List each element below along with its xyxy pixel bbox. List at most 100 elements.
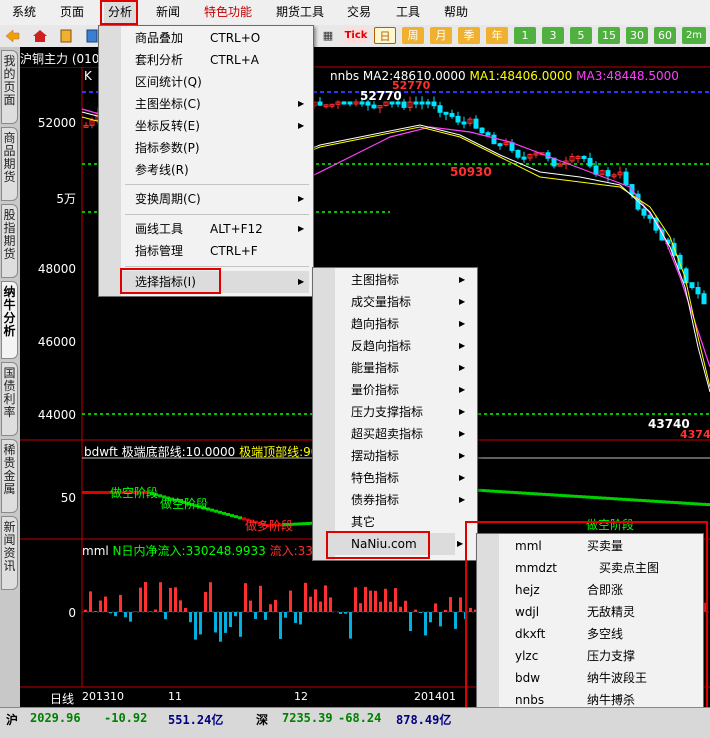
menu-system[interactable]: 系统 [8, 0, 40, 25]
menu-trade[interactable]: 交易 [343, 0, 375, 25]
flow-bar [429, 612, 432, 622]
submenu-item-indicator[interactable]: 量价指标▶ [351, 379, 491, 401]
period-year-button[interactable]: 年 [486, 27, 508, 44]
ma1-value: MA1:48406.0000 [470, 69, 573, 83]
period-60m-button[interactable]: 60 [654, 27, 676, 44]
chart-k-label: K [84, 69, 92, 83]
tab-treasury-rates[interactable]: 国债利率 [1, 362, 18, 436]
menu-item-invert-coords[interactable]: 坐标反转(E)▶ [135, 115, 305, 137]
phase-step [610, 497, 614, 500]
menu-features[interactable]: 特色功能 [200, 0, 256, 25]
menu-item-reference-line[interactable]: 参考线(R) [135, 159, 305, 181]
menu-item-change-period[interactable]: 变换周期(C)▶ [135, 188, 305, 210]
home-icon[interactable] [32, 28, 48, 44]
candle [444, 112, 448, 114]
tick-button[interactable]: Tick [344, 27, 368, 44]
menu-item-indicator-params[interactable]: 指标参数(P) [135, 137, 305, 159]
phase-step [630, 498, 634, 501]
tab-naniu-analysis[interactable]: 纳牛分析 [1, 281, 18, 359]
submenu-item-indicator[interactable]: 趋向指标▶ [351, 313, 491, 335]
submenu-item-label: 成交量指标 [351, 295, 411, 309]
phase-step [698, 503, 702, 506]
menu-item-label: 指标参数(P) [135, 141, 200, 155]
submenu-arrow-icon: ▶ [459, 467, 465, 489]
flow-bar [119, 595, 122, 612]
phase-step [102, 491, 106, 494]
candle [606, 171, 610, 176]
submenu-item-indicator[interactable]: 超买超卖指标▶ [351, 423, 491, 445]
tab-commodity-futures[interactable]: 商品期货 [1, 127, 18, 201]
menu-item-arbitrage[interactable]: 套利分析CTRL+A [135, 49, 305, 71]
menu-futures-tools[interactable]: 期货工具 [272, 0, 328, 25]
period-5m-button[interactable]: 5 [570, 27, 592, 44]
date-axis-label: 12 [294, 690, 308, 703]
flow-bar [399, 607, 402, 612]
tab-index-futures[interactable]: 股指期货 [1, 204, 18, 278]
period-1m-button[interactable]: 1 [514, 27, 536, 44]
flow-bar [329, 597, 332, 612]
phase-step [650, 500, 654, 503]
submenu-item-indicator[interactable]: 能量指标▶ [351, 357, 491, 379]
tab-news[interactable]: 新闻资讯 [1, 516, 18, 590]
phase-step [94, 491, 98, 494]
menu-item-label: 主图坐标(C) [135, 97, 201, 111]
flow-bar [444, 610, 447, 612]
sz-index-change: -68.24 [338, 711, 381, 725]
candle [498, 144, 502, 146]
menu-item-label: 画线工具 [135, 222, 183, 236]
phase-step [694, 502, 698, 505]
period-2min-button[interactable]: 2m [682, 27, 706, 44]
tab-my-page[interactable]: 我的页面 [1, 50, 18, 124]
mml-n-inflow: N日内净流入:330248.9933 [113, 544, 266, 558]
flow-bar [194, 612, 197, 640]
period-30m-button[interactable]: 30 [626, 27, 648, 44]
phase-step [690, 502, 694, 505]
phase-step [602, 497, 606, 500]
bdwft-axis-label: 50 [20, 491, 76, 505]
chart-type-icon[interactable]: ▦ [318, 27, 338, 44]
submenu-item-indicator[interactable]: 主图指标▶ [351, 269, 491, 291]
period-quarter-button[interactable]: 季 [458, 27, 480, 44]
period-month-button[interactable]: 月 [430, 27, 452, 44]
flow-bar [99, 601, 102, 612]
period-15m-button[interactable]: 15 [598, 27, 620, 44]
period-week-button[interactable]: 周 [402, 27, 424, 44]
flow-bar [339, 612, 342, 614]
phase-step [306, 522, 310, 525]
menu-item-indicator-manage[interactable]: 指标管理CTRL+F [135, 240, 305, 262]
back-arrow-icon[interactable] [4, 28, 20, 44]
menu-tools[interactable]: 工具 [392, 0, 424, 25]
flow-bar [134, 611, 137, 612]
flow-bar [299, 612, 302, 624]
low-price-label-red: 50930 [450, 165, 492, 179]
ma-prefix: nnbs [330, 69, 359, 83]
submenu-item-indicator[interactable]: 债券指标▶ [351, 489, 491, 511]
submenu-item-indicator[interactable]: 摆动指标▶ [351, 445, 491, 467]
flow-bar [174, 587, 177, 612]
menu-item-drawing-tools[interactable]: 画线工具ALT+F12▶ [135, 218, 305, 240]
menu-item-commodity-overlay[interactable]: 商品叠加CTRL+O [135, 27, 305, 49]
menu-item-range-stats[interactable]: 区间统计(Q) [135, 71, 305, 93]
submenu-item-indicator[interactable]: 成交量指标▶ [351, 291, 491, 313]
submenu-arrow-icon: ▶ [298, 218, 304, 240]
phase-step [518, 491, 522, 494]
menu-page[interactable]: 页面 [56, 0, 88, 25]
submenu-item-label: 债券指标 [351, 493, 399, 507]
submenu-item-indicator[interactable]: 反趋向指标▶ [351, 335, 491, 357]
period-day-button[interactable]: 日 [374, 27, 396, 44]
menu-item-main-coords[interactable]: 主图坐标(C)▶ [135, 93, 305, 115]
submenu-item-label: 其它 [351, 515, 375, 529]
naniu-list-highlight-box [465, 521, 708, 735]
menu-news[interactable]: 新闻 [152, 0, 184, 25]
submenu-item-indicator[interactable]: 压力支撑指标▶ [351, 401, 491, 423]
notes-icon[interactable] [58, 28, 74, 44]
tab-precious-metals[interactable]: 稀贵金属 [1, 439, 18, 513]
period-3m-button[interactable]: 3 [542, 27, 564, 44]
flow-bar [224, 612, 227, 633]
phase-step [302, 522, 306, 525]
phase-step [670, 501, 674, 504]
submenu-item-indicator[interactable]: 特色指标▶ [351, 467, 491, 489]
menu-help[interactable]: 帮助 [440, 0, 472, 25]
flow-bar [234, 612, 237, 616]
flow-bar [89, 591, 92, 612]
